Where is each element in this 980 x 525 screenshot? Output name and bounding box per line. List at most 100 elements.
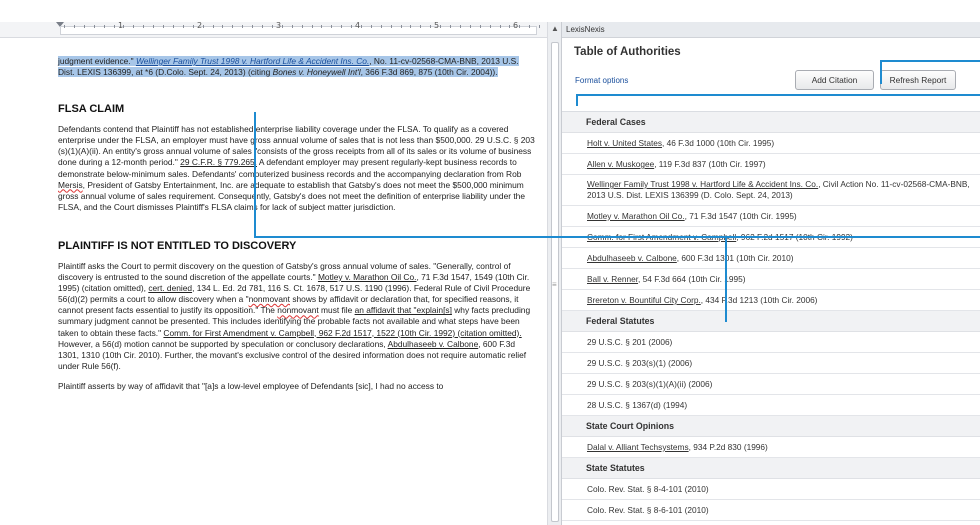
ruler-tick xyxy=(133,25,134,28)
authority-case[interactable]: Abdulhaseeb v. Calbone xyxy=(587,253,677,263)
authority-cite: 29 U.S.C. § 203(s)(1) (2006) xyxy=(587,358,693,368)
paragraph-text: , President of Gatsby Entertainment, Inc… xyxy=(58,179,525,212)
scroll-grip-icon: ≡ xyxy=(552,280,557,289)
authority-row[interactable]: Brereton v. Bountiful City Corp., 434 F.… xyxy=(562,290,980,311)
authority-row[interactable]: Colo. Rev. Stat. § 8-6-101 (2010) xyxy=(562,500,980,521)
ruler-tick xyxy=(74,25,75,28)
authority-case[interactable]: Holt v. United States xyxy=(587,138,662,148)
citation-text: Bones v. Honeywell Int'l xyxy=(272,67,361,78)
paragraph-3[interactable]: Plaintiff asks the Court to permit disco… xyxy=(58,261,536,372)
section-header-federal-statutes: Federal Statutes xyxy=(562,311,980,332)
paragraph-2[interactable]: Defendants contend that Plaintiff has no… xyxy=(58,124,536,213)
authority-row[interactable]: Wellinger Family Trust 1998 v. Hartford … xyxy=(562,175,980,206)
ruler-tick xyxy=(312,25,313,28)
authority-case[interactable]: Allen v. Muskogee xyxy=(587,159,654,169)
add-citation-button[interactable]: Add Citation xyxy=(795,70,874,90)
authority-cite: , 54 F.3d 664 (10th Cir. 1995) xyxy=(638,274,746,284)
ruler-tick xyxy=(213,25,214,28)
scroll-up-icon[interactable]: ▲ xyxy=(548,22,562,36)
authority-row[interactable]: Abdulhaseeb v. Calbone, 600 F.3d 1301 (1… xyxy=(562,248,980,269)
ruler-tick xyxy=(302,25,303,28)
ruler-tick xyxy=(84,25,85,28)
authority-case[interactable]: Wellinger Family Trust 1998 v. Hartford … xyxy=(587,179,818,189)
paragraph-4[interactable]: Plaintiff asserts by way of affidavit th… xyxy=(58,381,536,392)
authority-row[interactable]: Colo. Rev. Stat. § 8-4-101 (2010) xyxy=(562,479,980,500)
ruler-tick xyxy=(153,25,154,28)
authority-row[interactable]: Allen v. Muskogee, 119 F.3d 837 (10th Ci… xyxy=(562,154,980,175)
authority-case[interactable]: Dalal v. Alliant Techsystems xyxy=(587,442,689,452)
authority-row[interactable]: 28 U.S.C. § 1367(d) (1994) xyxy=(562,395,980,416)
authority-case[interactable]: Brereton v. Bountiful City Corp. xyxy=(587,295,701,305)
authority-row[interactable]: 29 U.S.C. § 201 (2006) xyxy=(562,332,980,353)
ruler-tick xyxy=(450,25,451,28)
pane-header: Table of Authorities Format options Add … xyxy=(562,38,980,112)
ruler-tick xyxy=(539,25,540,28)
ruler-tick xyxy=(222,25,223,28)
callout-line xyxy=(576,94,578,106)
document-area[interactable]: 1 2 3 4 5 6 judgment evidence." Wellinge… xyxy=(0,0,547,525)
section-header-state-court-opinions: State Court Opinions xyxy=(562,416,980,437)
callout-line xyxy=(576,94,980,96)
paragraph-1[interactable]: judgment evidence." Wellinger Family Tru… xyxy=(58,56,536,78)
pane-title-bar: LexisNexis xyxy=(562,22,980,38)
ruler-tick xyxy=(519,25,520,28)
citation-text: Motley v. Marathon Oil Co. xyxy=(317,272,417,283)
authority-cite: Colo. Rev. Stat. § 8-6-101 (2010) xyxy=(587,505,709,515)
format-options-link[interactable]: Format options xyxy=(575,76,628,85)
citation-text: Abdulhaseeb v. Calbone xyxy=(387,338,479,349)
ruler-tick xyxy=(193,25,194,28)
callout-line xyxy=(880,60,980,62)
authority-row[interactable]: Dalal v. Alliant Techsystems, 934 P.2d 8… xyxy=(562,437,980,458)
pane-title: Table of Authorities xyxy=(574,46,681,58)
ruler-tick xyxy=(500,25,501,28)
citation-link[interactable]: Wellinger Family Trust 1998 v. Hartford … xyxy=(136,56,369,66)
ruler-tick xyxy=(262,25,263,28)
document-body[interactable]: judgment evidence." Wellinger Family Tru… xyxy=(58,56,536,396)
authority-cite: , 600 F.3d 1301 (10th Cir. 2010) xyxy=(676,253,794,263)
authority-row[interactable]: 29 U.S.C. § 203(s)(1)(A)(ii) (2006) xyxy=(562,374,980,395)
ruler-tick xyxy=(272,25,273,28)
ruler-tick xyxy=(232,25,233,28)
authority-cite: 28 U.S.C. § 1367(d) (1994) xyxy=(587,400,688,410)
authority-case[interactable]: Motley v. Marathon Oil Co. xyxy=(587,211,685,221)
ruler-tick xyxy=(480,25,481,28)
ruler-tick xyxy=(143,25,144,28)
authority-case[interactable]: Ball v. Renner xyxy=(587,274,638,284)
horizontal-ruler[interactable]: 1 2 3 4 5 6 xyxy=(0,21,547,38)
authority-cite: , 46 F.3d 1000 (10th Cir. 1995) xyxy=(662,138,775,148)
ruler-tick xyxy=(252,25,253,28)
ruler-tick xyxy=(529,25,530,28)
ruler-number: 5 xyxy=(434,21,440,30)
authority-row[interactable]: 29 U.S.C. § 203(s)(1) (2006) xyxy=(562,353,980,374)
ruler-tick xyxy=(341,25,342,28)
ruler-tick xyxy=(321,25,322,28)
spellcheck-word[interactable]: nonmovant xyxy=(277,305,318,315)
selected-text[interactable]: judgment evidence." Wellinger Family Tru… xyxy=(58,56,519,78)
authority-row[interactable]: Holt v. United States, 46 F.3d 1000 (10t… xyxy=(562,133,980,154)
authority-cite: , 119 F.3d 837 (10th Cir. 1997) xyxy=(654,159,766,169)
callout-line xyxy=(880,60,882,84)
table-of-authorities-list[interactable]: Federal Cases Holt v. United States, 46 … xyxy=(562,112,980,525)
paragraph-text: However, a 56(d) motion cannot be suppor… xyxy=(58,338,388,349)
refresh-report-button[interactable]: Refresh Report xyxy=(880,70,956,90)
authority-cite: , 934 P.2d 830 (1996) xyxy=(688,442,768,452)
callout-line xyxy=(254,112,256,238)
ruler-tick xyxy=(203,25,204,28)
ruler-tick xyxy=(114,25,115,28)
citation-text: 29 C.F.R. § 779.265. xyxy=(180,157,257,168)
ruler-tick xyxy=(420,25,421,28)
authority-row[interactable]: Ball v. Renner, 54 F.3d 664 (10th Cir. 1… xyxy=(562,269,980,290)
document-page[interactable]: judgment evidence." Wellinger Family Tru… xyxy=(0,40,535,525)
ruler-tick xyxy=(94,25,95,28)
ruler-track xyxy=(60,26,537,35)
authority-row[interactable]: Motley v. Marathon Oil Co., 71 F.3d 1547… xyxy=(562,206,980,227)
ruler-tick xyxy=(440,25,441,28)
ruler-tick xyxy=(410,25,411,28)
document-scrollbar[interactable]: ▲ ≡ xyxy=(547,22,561,525)
ruler-tick xyxy=(64,25,65,28)
ruler-tick xyxy=(351,25,352,28)
spellcheck-word[interactable]: nonmovant xyxy=(249,294,290,304)
authority-cite: Colo. Rev. Stat. § 8-4-101 (2010) xyxy=(587,484,709,494)
lexisnexis-pane[interactable]: LexisNexis Table of Authorities Format o… xyxy=(561,22,980,525)
spellcheck-word[interactable]: Mersis xyxy=(58,180,83,190)
